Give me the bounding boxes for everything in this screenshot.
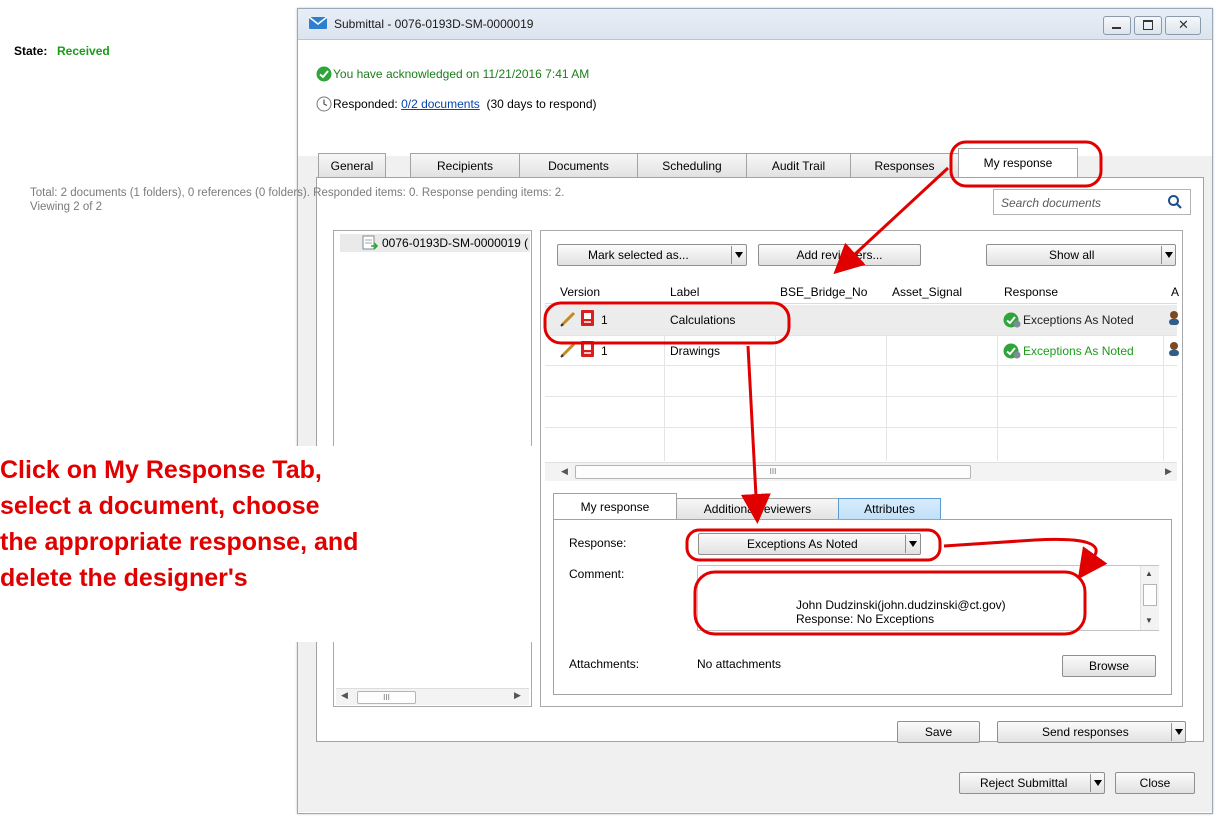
annotation-markup bbox=[543, 140, 1108, 636]
arrow-to-response-tab bbox=[740, 345, 771, 524]
arrow-to-comment bbox=[943, 537, 1108, 580]
highlight-comment bbox=[693, 570, 1087, 636]
highlight-my-response-tab bbox=[949, 140, 1103, 188]
highlight-calculations-row bbox=[543, 301, 791, 345]
arrow-to-grid bbox=[833, 166, 950, 275]
highlight-response-select bbox=[685, 528, 942, 562]
